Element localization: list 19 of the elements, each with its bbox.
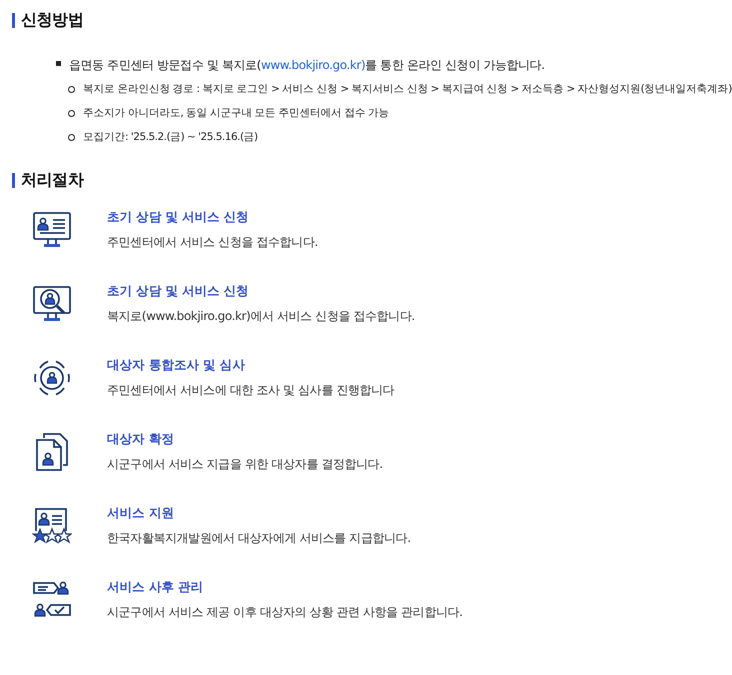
step-description: 시군구에서 서비스 지급을 위한 대상자를 결정합니다. <box>107 456 383 473</box>
step-title: 서비스 사후 관리 <box>107 579 204 596</box>
step-title: 대상자 확정 <box>107 431 175 448</box>
section-heading: 신청방법 <box>12 10 720 31</box>
step-description: 주민센터에서 서비스에 대한 조사 및 심사를 진행합니다 <box>107 382 394 399</box>
step-title: 대상자 통합조사 및 심사 <box>107 357 246 374</box>
step-title: 초기 상담 및 서비스 신청 <box>107 209 250 226</box>
website-link[interactable]: www.bokjiro.go.kr) <box>260 58 366 72</box>
section-heading: 처리절차 <box>12 170 720 191</box>
step-description: 한국자활복지개발원에서 대상자에게 서비스를 지급합니다. <box>107 530 411 547</box>
sub-bullet-text: 복지로 온라인신청 경로 : 복지로 로그인 > 서비스 신청 > 복지서비스 신청 > 복지급여 신청 > 저소득층 > 자산형성지원(청년내일저축계좌) <box>83 82 732 96</box>
step-title: 서비스 지원 <box>107 505 175 522</box>
bullet-text: 읍면동 주민센터 방문접수 및 복지로(www.bokjiro.go.kr)를 통한 온라인 신청이 가능합니다. <box>69 57 545 74</box>
step-description: 복지로(www.bokjiro.go.kr)에서 서비스 신청을 접수합니다. <box>107 308 415 325</box>
step-description: 시군구에서 서비스 제공 이후 대상자의 상황 관련 사항을 관리합니다. <box>107 604 463 621</box>
sub-bullet-text: 모집기간: '25.5.2.(금) ~ '25.5.16.(금) <box>83 130 258 144</box>
step-title: 초기 상담 및 서비스 신청 <box>107 283 250 300</box>
step-description: 주민센터에서 서비스 신청을 접수합니다. <box>107 234 318 251</box>
sub-bullet-text: 주소지가 아니더라도, 동일 시군구내 모든 주민센터에서 접수 가능 <box>83 106 390 120</box>
